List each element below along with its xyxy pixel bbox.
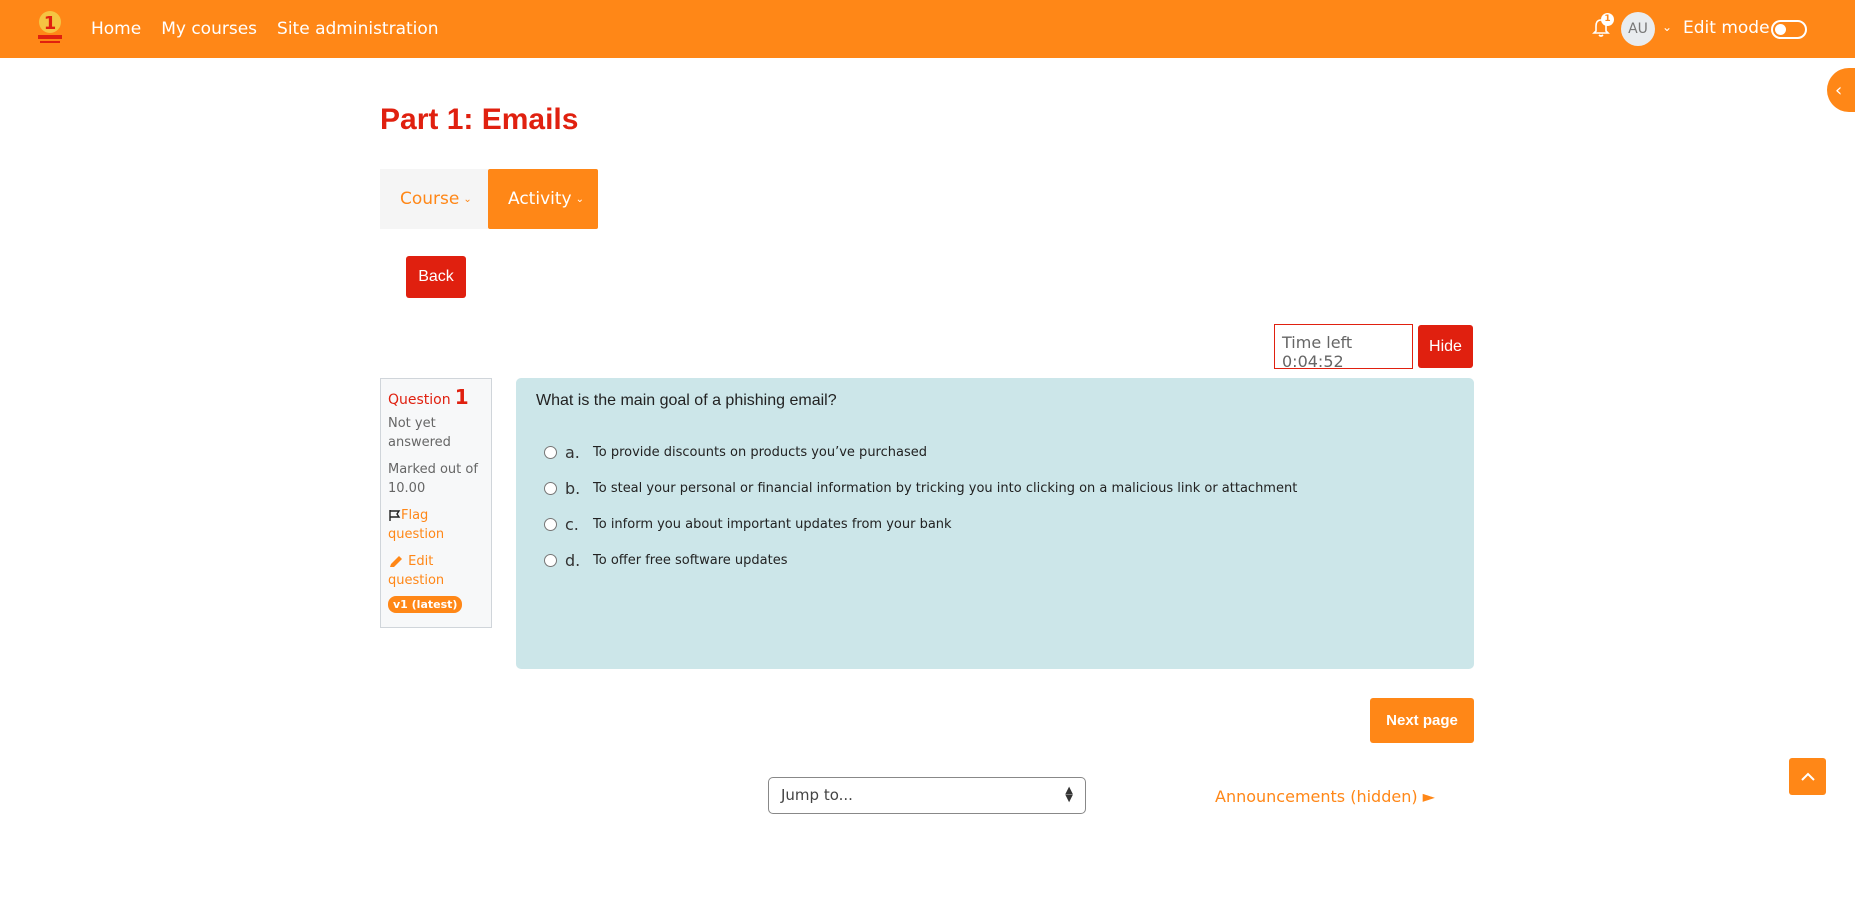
question-content: What is the main goal of a phishing emai… — [516, 378, 1474, 669]
answer-text: To steal your personal or financial info… — [593, 481, 1298, 496]
answer-letter: c. — [565, 515, 579, 534]
jump-to-select[interactable]: Jump to... ▲ ▼ — [768, 777, 1086, 814]
answer-text: To inform you about important updates fr… — [593, 517, 952, 532]
chevron-up-icon — [1800, 772, 1815, 781]
tab-activity-label: Activity — [508, 189, 572, 209]
nav-my-courses[interactable]: My courses — [161, 19, 257, 39]
chevron-down-icon: ⌄ — [575, 193, 584, 205]
question-number: 1 — [454, 385, 469, 409]
quiz-timer: Time left 0:04:52 — [1274, 324, 1413, 371]
notification-count-badge: 1 — [1601, 13, 1614, 26]
answer-option-d[interactable]: d. To offer free software updates — [544, 551, 788, 570]
tab-course-label: Course — [400, 189, 460, 209]
user-avatar[interactable]: AU — [1621, 12, 1655, 46]
answer-text: To offer free software updates — [593, 553, 788, 568]
version-badge: v1 (latest) — [388, 596, 463, 613]
open-drawer-chevron-left-icon[interactable]: ‹ — [1827, 68, 1855, 112]
svg-text:1: 1 — [44, 13, 57, 34]
back-to-top-chevron-up-icon[interactable] — [1789, 758, 1826, 795]
toggle-knob — [1775, 24, 1786, 35]
answer-letter: b. — [565, 479, 581, 498]
question-label: Question — [388, 392, 451, 408]
answer-option-c[interactable]: c. To inform you about important updates… — [544, 515, 952, 534]
answer-option-a[interactable]: a. To provide discounts on products you’… — [544, 443, 927, 462]
answer-radio-b[interactable] — [544, 482, 557, 495]
pencil-icon — [390, 555, 402, 567]
select-arrows-icon: ▲ ▼ — [1065, 785, 1073, 804]
next-page-button[interactable]: Next page — [1370, 698, 1474, 743]
site-logo[interactable]: 1 — [34, 8, 66, 48]
answer-radio-a[interactable] — [544, 446, 557, 459]
question-info-panel: Question 1 Not yet answered Marked out o… — [380, 378, 492, 628]
question-text: What is the main goal of a phishing emai… — [536, 392, 837, 409]
top-navbar: 1 Home My courses Site administration — [0, 0, 1855, 58]
question-marked: Marked out of 10.00 — [388, 462, 478, 496]
answer-letter: a. — [565, 443, 580, 462]
answer-text: To provide discounts on products you’ve … — [593, 445, 927, 460]
page-title: Part 1: Emails — [380, 103, 579, 136]
nav-site-administration[interactable]: Site administration — [277, 19, 439, 39]
flag-question-link[interactable]: Flag question — [388, 506, 484, 544]
next-activity-link[interactable]: Announcements (hidden) ► — [1215, 787, 1435, 806]
edit-mode-label: Edit mode — [1683, 18, 1770, 38]
nav-home[interactable]: Home — [91, 19, 141, 39]
secondary-navigation: Course ⌄ Activity ⌄ — [380, 169, 598, 229]
edit-question-link[interactable]: Edit question — [388, 552, 484, 590]
jump-to-selected: Jump to... — [781, 786, 853, 804]
hide-timer-button[interactable]: Hide — [1418, 325, 1473, 368]
chevron-down-icon: ⌄ — [463, 193, 472, 205]
back-button[interactable]: Back — [406, 256, 466, 298]
user-menu-chevron-down-icon[interactable]: ⌄ — [1662, 20, 1672, 34]
tab-activity[interactable]: Activity ⌄ — [488, 169, 598, 229]
answer-letter: d. — [565, 551, 581, 570]
edit-mode-toggle[interactable] — [1771, 20, 1807, 39]
answer-radio-d[interactable] — [544, 554, 557, 567]
tab-course[interactable]: Course ⌄ — [380, 169, 488, 229]
answer-radio-c[interactable] — [544, 518, 557, 531]
flag-icon — [389, 510, 401, 521]
answer-option-b[interactable]: b. To steal your personal or financial i… — [544, 479, 1297, 498]
question-status: Not yet answered — [388, 416, 451, 450]
